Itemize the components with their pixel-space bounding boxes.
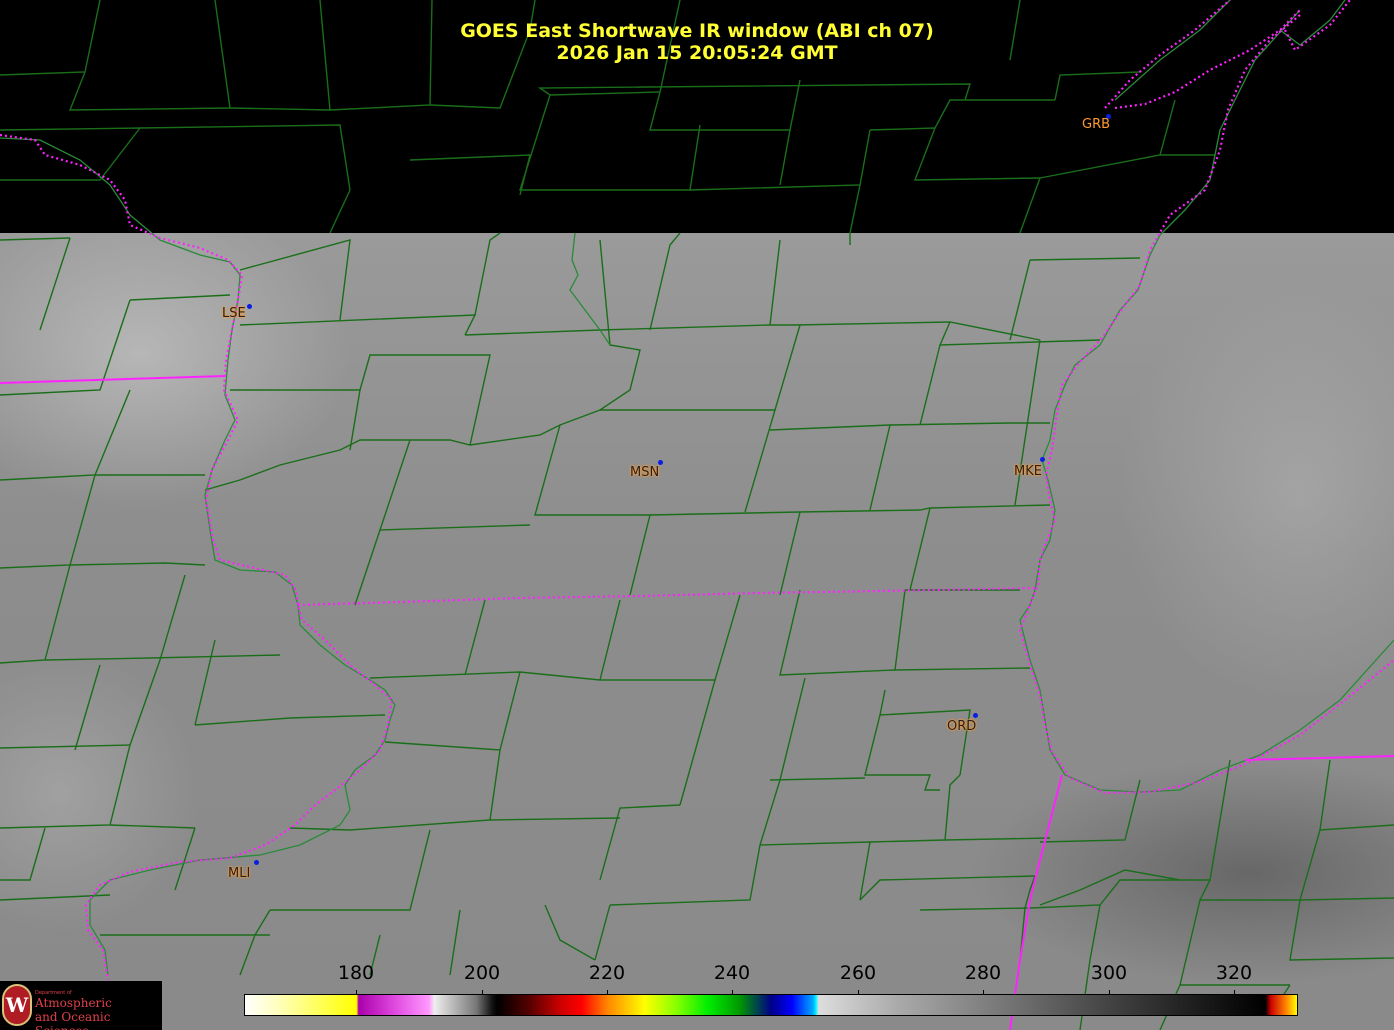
station-marker-lse [247,304,252,309]
colorbar-tick-label: 260 [839,962,877,984]
temperature-colorbar [244,994,1298,1016]
station-marker-ord [973,713,978,718]
aos-logo: W Department of Atmospheric and Oceanic … [0,981,162,1030]
station-label-mke: MKE [1014,464,1042,479]
colorbar-tick-label: 240 [713,962,751,984]
station-marker-mke [1040,457,1045,462]
station-label-msn: MSN [630,465,660,480]
station-label-ord: ORD [947,719,977,734]
colorbar-tick-label: 280 [964,962,1002,984]
colorbar-tick-label: 320 [1215,962,1253,984]
logo-name-line-2: and Oceanic Sciences [35,1010,111,1030]
image-title: GOES East Shortwave IR window (ABI ch 07… [0,20,1394,64]
colorbar-tick-label: 200 [463,962,501,984]
title-line-1: GOES East Shortwave IR window (ABI ch 07… [460,20,934,42]
uw-shield-icon: W [2,984,32,1026]
station-label-grb: GRB [1082,117,1111,132]
station-label-mli: MLI [228,866,251,881]
title-line-2: 2026 Jan 15 20:05:24 GMT [556,42,838,64]
colorbar-tick-label: 220 [588,962,626,984]
map-overlay [0,0,1394,1030]
logo-name-line-1: Atmospheric [35,996,112,1010]
station-marker-mli [254,860,259,865]
colorbar-tick-label: 180 [337,962,375,984]
satellite-image-viewer: GOES East Shortwave IR window (ABI ch 07… [0,0,1394,1030]
state-boundaries-solid [0,375,1394,1030]
station-label-lse: LSE [222,306,246,321]
colorbar-tick-label: 300 [1090,962,1128,984]
